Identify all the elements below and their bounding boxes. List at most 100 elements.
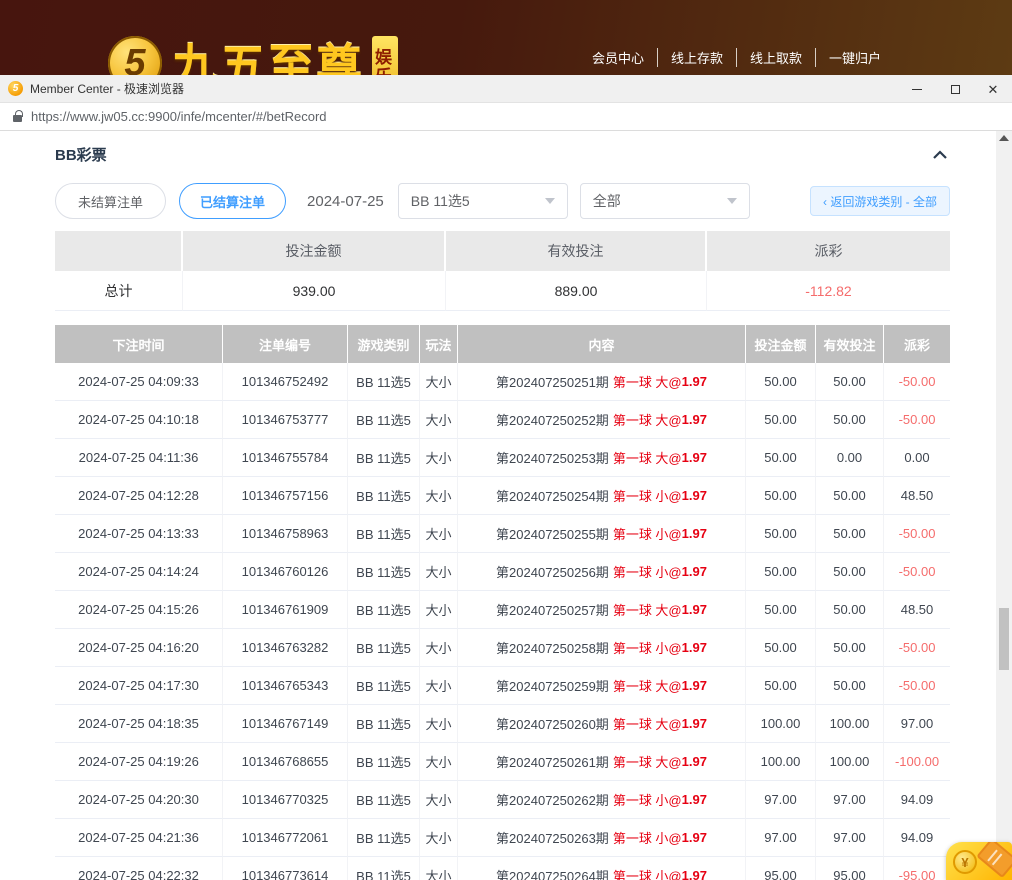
cell-bet-id: 101346761909 [223,591,348,629]
cell-content: 第202407250261期第一球 大@1.97 [458,743,746,781]
cell-play-type: 大小 [420,857,458,880]
cell-bet-amount: 100.00 [746,743,816,781]
bet-period: 第202407250253期 [496,448,609,467]
cell-game-type: BB 11选5 [348,667,420,705]
minimize-button[interactable] [898,75,936,103]
page-content: BB彩票 未结算注单 已结算注单 2024-07-25 BB 11选5 全部 ‹… [0,131,1012,880]
cell-game-type: BB 11选5 [348,705,420,743]
cell-payout: 48.50 [884,591,950,629]
tab-unsettled-bets[interactable]: 未结算注单 [55,183,166,219]
window-title: Member Center - 极速浏览器 [30,80,184,97]
bet-odds: 1.97 [682,868,707,880]
tab-settled-bets[interactable]: 已结算注单 [179,183,286,219]
promo-money-widget[interactable]: ¥ [946,842,1012,880]
bet-period: 第202407250255期 [496,524,609,543]
coin-icon: ¥ [953,850,977,874]
bet-period: 第202407250258期 [496,638,609,657]
cell-game-type: BB 11选5 [348,363,420,401]
bet-pick: 第一球 大@ [613,410,682,429]
bet-odds: 1.97 [682,678,707,693]
banknote-icon [976,842,1012,878]
cell-bet-time: 2024-07-25 04:15:26 [55,591,223,629]
bet-pick: 第一球 小@ [613,866,682,880]
browser-urlbar[interactable]: https://www.jw05.cc:9900/infe/mcenter/#/… [0,103,1012,131]
cell-bet-time: 2024-07-25 04:10:18 [55,401,223,439]
nav-online-deposit[interactable]: 线上存款 [657,48,736,67]
browser-favicon-icon: 5 [8,81,23,96]
bet-period: 第202407250260期 [496,714,609,733]
bet-odds: 1.97 [682,374,707,389]
bet-table-header: 下注时间 注单编号 游戏类别 玩法 内容 投注金额 有效投注 派彩 [55,325,950,363]
bet-pick: 第一球 大@ [613,714,682,733]
bet-period: 第202407250262期 [496,790,609,809]
cell-bet-id: 101346752492 [223,363,348,401]
cell-bet-id: 101346753777 [223,401,348,439]
cell-bet-time: 2024-07-25 04:16:20 [55,629,223,667]
cell-bet-amount: 50.00 [746,667,816,705]
cell-bet-time: 2024-07-25 04:17:30 [55,667,223,705]
bet-odds: 1.97 [682,526,707,541]
cell-content: 第202407250264期第一球 小@1.97 [458,857,746,880]
cell-bet-time: 2024-07-25 04:18:35 [55,705,223,743]
cell-content: 第202407250256期第一球 小@1.97 [458,553,746,591]
scrollbar-thumb[interactable] [999,608,1009,670]
nav-online-withdraw[interactable]: 线上取款 [736,48,815,67]
cell-valid-bet: 100.00 [816,705,884,743]
bet-period: 第202407250252期 [496,410,609,429]
date-picker[interactable]: 2024-07-25 [307,193,384,210]
collapse-button[interactable] [930,147,950,163]
back-to-category-button[interactable]: ‹ 返回游戏类别 - 全部 [810,186,950,216]
bet-table-row: 2024-07-25 04:17:30 101346765343 BB 11选5… [55,667,950,705]
cell-game-type: BB 11选5 [348,401,420,439]
cell-bet-time: 2024-07-25 04:09:33 [55,363,223,401]
cell-bet-id: 101346758963 [223,515,348,553]
cell-bet-id: 101346768655 [223,743,348,781]
url-text[interactable]: https://www.jw05.cc:9900/infe/mcenter/#/… [31,109,327,124]
maximize-button[interactable] [936,75,974,103]
cell-bet-amount: 50.00 [746,401,816,439]
page-scrollbar[interactable] [996,131,1012,880]
panel-title: BB彩票 [55,144,107,165]
bet-records-table: 下注时间 注单编号 游戏类别 玩法 内容 投注金额 有效投注 派彩 2024-0… [55,325,950,880]
logo-title: 九五至尊 [172,30,364,75]
filter-select-value: 全部 [593,191,621,211]
cell-bet-id: 101346767149 [223,705,348,743]
cell-content: 第202407250259期第一球 大@1.97 [458,667,746,705]
close-icon: ✕ [988,83,999,96]
cell-bet-amount: 97.00 [746,781,816,819]
scroll-up-icon[interactable] [999,135,1009,141]
summary-total-payout: -112.82 [707,271,950,311]
bet-odds: 1.97 [682,830,707,845]
summary-header-valid: 有效投注 [446,231,707,271]
cell-payout: -50.00 [884,667,950,705]
caret-down-icon [545,198,555,204]
game-select[interactable]: BB 11选5 [398,183,568,219]
nav-member-center[interactable]: 会员中心 [579,48,657,67]
cell-payout: 94.09 [884,781,950,819]
cell-content: 第202407250252期第一球 大@1.97 [458,401,746,439]
site-logo: 5 九五至尊 娱乐城 [108,10,398,75]
bet-table-row: 2024-07-25 04:09:33 101346752492 BB 11选5… [55,363,950,401]
cell-valid-bet: 50.00 [816,667,884,705]
lock-icon [13,115,22,122]
cell-bet-amount: 100.00 [746,705,816,743]
nav-one-key-transfer[interactable]: 一键归户 [815,48,894,67]
bet-odds: 1.97 [682,450,707,465]
window-controls: ✕ [898,75,1012,103]
cell-bet-id: 101346757156 [223,477,348,515]
bet-odds: 1.97 [682,792,707,807]
cell-play-type: 大小 [420,477,458,515]
summary-table: 投注金额 有效投注 派彩 总计 939.00 889.00 -112.82 [55,231,950,311]
cell-play-type: 大小 [420,363,458,401]
filter-select[interactable]: 全部 [580,183,750,219]
summary-total-bet: 939.00 [183,271,446,311]
cell-bet-amount: 50.00 [746,439,816,477]
bet-pick: 第一球 小@ [613,828,682,847]
cell-bet-time: 2024-07-25 04:12:28 [55,477,223,515]
cell-game-type: BB 11选5 [348,781,420,819]
summary-header-blank [55,231,183,271]
cell-game-type: BB 11选5 [348,439,420,477]
close-button[interactable]: ✕ [974,75,1012,103]
cell-valid-bet: 95.00 [816,857,884,880]
bet-table-row: 2024-07-25 04:16:20 101346763282 BB 11选5… [55,629,950,667]
